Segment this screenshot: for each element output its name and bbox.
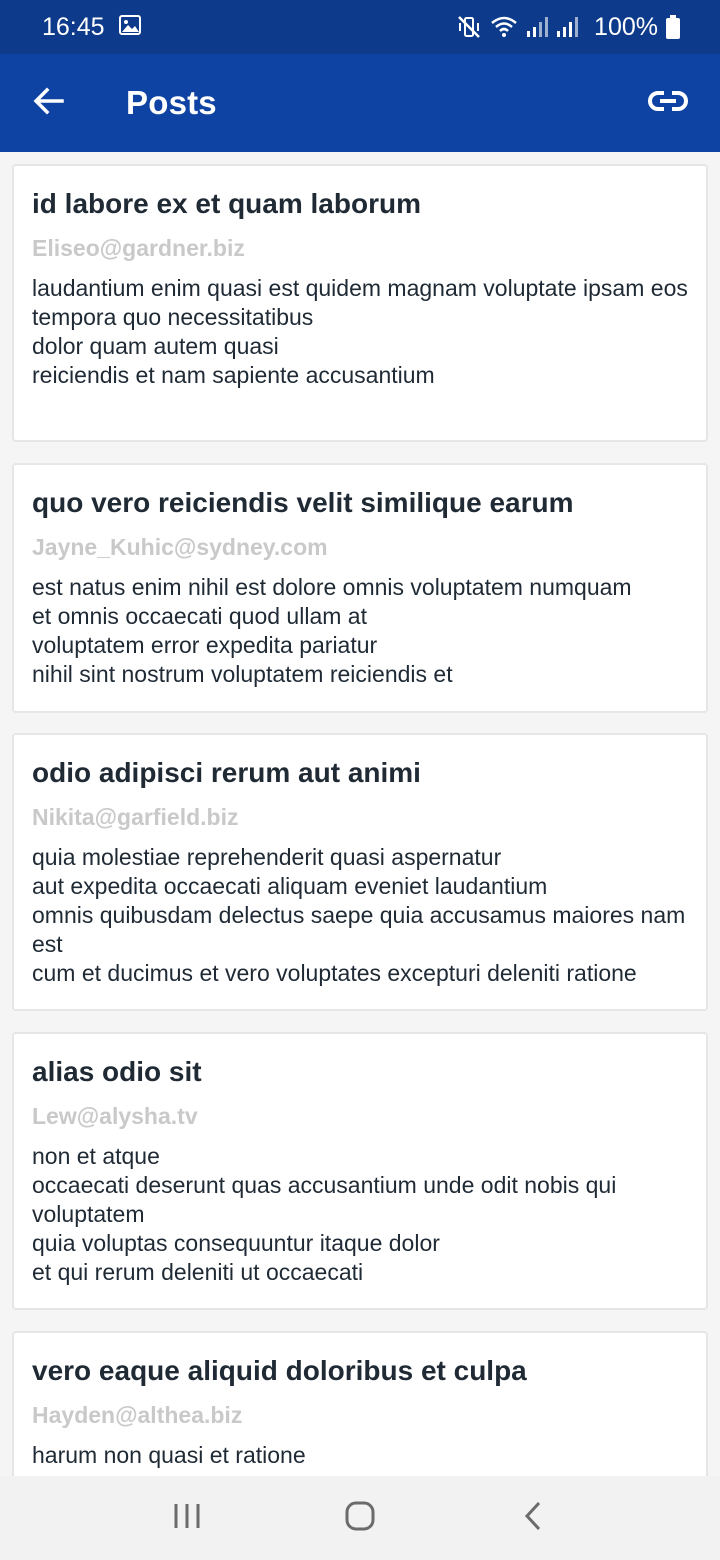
post-email: Eliseo@gardner.biz xyxy=(32,235,245,261)
post-card[interactable]: vero eaque aliquid doloribus et culpa Ha… xyxy=(12,1331,708,1476)
post-title: id labore ex et quam laborum xyxy=(32,188,421,219)
link-button[interactable] xyxy=(628,54,708,152)
mute-vibrate-icon xyxy=(456,15,482,39)
system-back-button[interactable] xyxy=(493,1476,573,1560)
signal-icon xyxy=(556,15,579,39)
post-body: est natus enim nihil est dolore omnis vo… xyxy=(32,574,632,687)
status-bar: 16:45 100% xyxy=(0,0,720,54)
post-body: non et atque occaecati deserunt quas acc… xyxy=(32,1143,617,1285)
back-button[interactable] xyxy=(8,54,88,152)
recent-apps-icon xyxy=(172,1502,202,1535)
posts-list[interactable]: id labore ex et quam laborum Eliseo@gard… xyxy=(0,152,720,1476)
arrow-back-icon xyxy=(32,85,64,122)
wifi-icon xyxy=(490,15,518,39)
post-title: alias odio sit xyxy=(32,1056,202,1087)
post-title: odio adipisci rerum aut animi xyxy=(32,757,421,788)
post-email: Nikita@garfield.biz xyxy=(32,804,239,830)
post-title: quo vero reiciendis velit similique earu… xyxy=(32,487,574,518)
signal-icon xyxy=(526,15,549,39)
post-card[interactable]: id labore ex et quam laborum Eliseo@gard… xyxy=(12,164,708,442)
home-icon xyxy=(344,1500,376,1537)
post-email: Hayden@althea.biz xyxy=(32,1402,243,1428)
image-icon xyxy=(118,13,141,42)
app-bar: Posts xyxy=(0,54,720,152)
post-email: Jayne_Kuhic@sydney.com xyxy=(32,534,328,560)
post-card[interactable]: alias odio sit Lew@alysha.tv non et atqu… xyxy=(12,1032,708,1310)
post-title: vero eaque aliquid doloribus et culpa xyxy=(32,1355,527,1386)
post-card[interactable]: quo vero reiciendis velit similique earu… xyxy=(12,463,708,713)
post-email: Lew@alysha.tv xyxy=(32,1103,198,1129)
post-body: quia molestiae reprehenderit quasi asper… xyxy=(32,844,686,986)
post-card[interactable]: odio adipisci rerum aut animi Nikita@gar… xyxy=(12,733,708,1011)
page-title: Posts xyxy=(126,84,217,121)
home-button[interactable] xyxy=(320,1476,400,1560)
link-icon xyxy=(648,90,688,117)
battery-icon xyxy=(666,15,680,39)
post-body: laudantium enim quasi est quidem magnam … xyxy=(32,275,688,388)
battery-percent: 100% xyxy=(594,12,658,41)
recent-apps-button[interactable] xyxy=(147,1476,227,1560)
system-nav-bar xyxy=(0,1476,720,1560)
status-time: 16:45 xyxy=(42,12,105,41)
post-body: harum non quasi et ratione xyxy=(32,1442,306,1468)
back-icon xyxy=(523,1501,543,1536)
